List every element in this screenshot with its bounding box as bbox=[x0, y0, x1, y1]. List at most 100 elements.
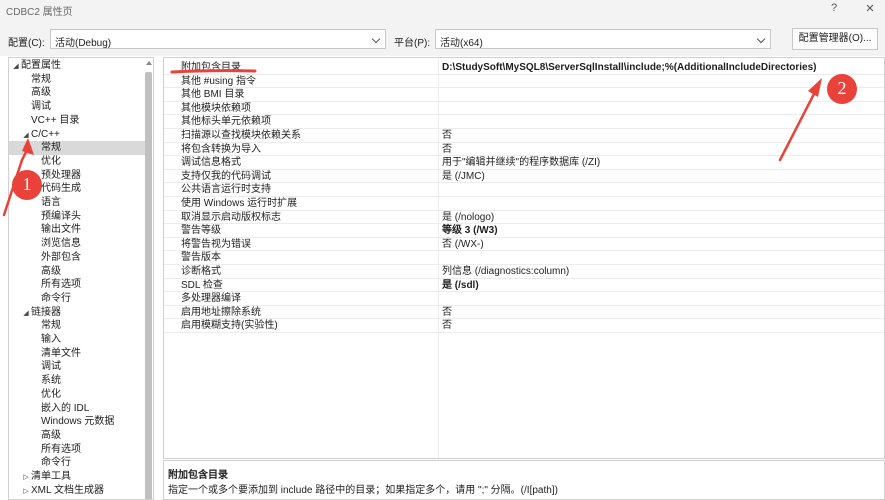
config-label: 配置(C): bbox=[8, 38, 45, 49]
property-row[interactable]: 取消显示启动版权标志 是 (/nologo) bbox=[164, 211, 884, 225]
property-value[interactable]: 列信息 (/diagnostics:column) bbox=[442, 265, 569, 278]
property-row[interactable]: 支持仅我的代码调试 是 (/JMC) bbox=[164, 170, 884, 184]
tree-item[interactable]: 命令行 bbox=[9, 292, 145, 306]
property-row[interactable]: 将包含转换为导入 否 bbox=[164, 143, 884, 157]
tree-item[interactable]: 所有选项 bbox=[9, 443, 145, 457]
property-name: 其他标头单元依赖项 bbox=[181, 116, 271, 128]
tree-item-label: 常规 bbox=[31, 73, 51, 85]
tree-item[interactable]: 预编译头 bbox=[9, 210, 145, 224]
expanded-arrow-icon[interactable]: ◢ bbox=[11, 60, 21, 74]
collapsed-arrow-icon[interactable]: ▷ bbox=[21, 471, 31, 485]
tree-item[interactable]: ◢ 配置属性 bbox=[9, 59, 145, 73]
property-value[interactable]: 是 (/JMC) bbox=[442, 170, 485, 183]
tree-item[interactable]: 调试 bbox=[9, 360, 145, 374]
close-icon[interactable]: ✕ bbox=[862, 2, 878, 15]
tree-item[interactable]: 输出文件 bbox=[9, 223, 145, 237]
platform-value: 活动(x64) bbox=[440, 38, 483, 49]
tree-item-label: 配置属性 bbox=[21, 60, 61, 71]
property-row[interactable]: 扫描源以查找模块依赖关系 否 bbox=[164, 129, 884, 143]
tree-item-label: 预编译头 bbox=[41, 210, 81, 222]
tree-item-label: VC++ 目录 bbox=[31, 114, 80, 126]
tree-item[interactable]: 常规 bbox=[9, 141, 145, 155]
tree-item-label: Windows 元数据 bbox=[41, 416, 115, 428]
property-row[interactable]: 启用地址擦除系统 否 bbox=[164, 306, 884, 320]
property-row[interactable]: 调试信息格式 用于"编辑并继续"的程序数据库 (/ZI) bbox=[164, 156, 884, 170]
help-icon[interactable]: ? bbox=[826, 2, 842, 14]
property-row[interactable]: 多处理器编译 bbox=[164, 292, 884, 306]
property-value[interactable]: 是 (/nologo) bbox=[442, 211, 494, 224]
property-value[interactable]: 否 (/WX-) bbox=[442, 238, 484, 251]
tree-item-label: 所有选项 bbox=[41, 443, 81, 455]
tree-item[interactable]: 系统 bbox=[9, 374, 145, 388]
tree-item[interactable]: ◢ 链接器 bbox=[9, 306, 145, 320]
config-manager-button[interactable]: 配置管理器(O)... bbox=[792, 28, 878, 50]
property-value[interactable]: 等级 3 (/W3) bbox=[442, 224, 498, 237]
tree-item-label: 常规 bbox=[41, 320, 61, 332]
property-row[interactable]: 将警告视为错误 否 (/WX-) bbox=[164, 238, 884, 252]
property-name: 将警告视为错误 bbox=[181, 238, 251, 250]
chevron-down-icon bbox=[754, 31, 768, 47]
property-row[interactable]: 警告版本 bbox=[164, 251, 884, 265]
collapsed-arrow-icon[interactable]: ▷ bbox=[21, 485, 31, 499]
tree-item[interactable]: VC++ 目录 bbox=[9, 114, 145, 128]
title-bar: CDBC2 属性页 ? ✕ bbox=[0, 0, 885, 20]
tree-item[interactable]: 高级 bbox=[9, 86, 145, 100]
tree-item[interactable]: Windows 元数据 bbox=[9, 415, 145, 429]
property-row[interactable]: 使用 Windows 运行时扩展 bbox=[164, 197, 884, 211]
tree-item-label: 清单工具 bbox=[31, 471, 71, 482]
tree-item[interactable]: 优化 bbox=[9, 388, 145, 402]
property-value[interactable]: 否 bbox=[442, 319, 452, 332]
property-value[interactable]: 用于"编辑并继续"的程序数据库 (/ZI) bbox=[442, 156, 600, 169]
property-name: 将包含转换为导入 bbox=[181, 143, 261, 155]
property-value[interactable]: 是 (/sdl) bbox=[442, 279, 479, 292]
property-name: 多处理器编译 bbox=[181, 293, 241, 305]
tree-item-label: XML 文档生成器 bbox=[31, 484, 104, 496]
property-row[interactable]: 诊断格式 列信息 (/diagnostics:column) bbox=[164, 265, 884, 279]
tree-item[interactable]: 嵌入的 IDL bbox=[9, 402, 145, 416]
property-value[interactable]: 否 bbox=[442, 306, 452, 319]
tree-item[interactable]: 浏览信息 bbox=[9, 237, 145, 251]
tree-item-label: 输出文件 bbox=[41, 224, 81, 236]
config-dropdown[interactable]: 活动(Debug) bbox=[50, 29, 386, 49]
property-row[interactable]: 其他 BMI 目录 bbox=[164, 88, 884, 102]
tree-item[interactable]: 调试 bbox=[9, 100, 145, 114]
property-value[interactable]: 否 bbox=[442, 143, 452, 156]
scroll-up-icon[interactable] bbox=[146, 61, 152, 65]
tree-item[interactable]: ▷ 清单工具 bbox=[9, 470, 145, 484]
tree-item[interactable]: 高级 bbox=[9, 265, 145, 279]
tree-item[interactable]: 语言 bbox=[9, 196, 145, 210]
property-row[interactable]: 公共语言运行时支持 bbox=[164, 183, 884, 197]
property-value[interactable]: 否 bbox=[442, 129, 452, 142]
property-grid: 附加包含目录 D:\StudySoft\MySQL8\ServerSqlInsta… bbox=[163, 57, 885, 459]
expanded-arrow-icon[interactable]: ◢ bbox=[21, 129, 31, 143]
tree-item[interactable]: 清单文件 bbox=[9, 347, 145, 361]
property-row[interactable]: 附加包含目录 D:\StudySoft\MySQL8\ServerSqlInsta… bbox=[164, 61, 884, 75]
property-row[interactable]: SDL 检查 是 (/sdl) bbox=[164, 279, 884, 293]
tree-scrollbar[interactable] bbox=[145, 72, 152, 499]
property-name: 警告等级 bbox=[181, 225, 221, 237]
tree-item-label: 优化 bbox=[41, 155, 61, 167]
tree-item[interactable]: 所有选项 bbox=[9, 278, 145, 292]
property-row[interactable]: 其他 #using 指令 bbox=[164, 75, 884, 89]
tree-item[interactable]: 常规 bbox=[9, 319, 145, 333]
tree-item[interactable]: 命令行 bbox=[9, 456, 145, 470]
property-row[interactable]: 其他模块依赖项 bbox=[164, 102, 884, 116]
tree-item-label: 高级 bbox=[41, 429, 61, 441]
property-value[interactable]: D:\StudySoft\MySQL8\ServerSqlInstall\inc… bbox=[442, 61, 817, 74]
platform-dropdown[interactable]: 活动(x64) bbox=[435, 29, 771, 49]
tree-item[interactable]: 常规 bbox=[9, 73, 145, 87]
tree-item[interactable]: 优化 bbox=[9, 155, 145, 169]
tree-item-label: 所有选项 bbox=[41, 279, 81, 291]
tree-item[interactable]: 外部包含 bbox=[9, 251, 145, 265]
property-name: 附加包含目录 bbox=[181, 62, 241, 73]
property-row[interactable]: 警告等级 等级 3 (/W3) bbox=[164, 224, 884, 238]
tree-item-label: 调试 bbox=[41, 361, 61, 373]
tree-item[interactable]: ▷ XML 文档生成器 bbox=[9, 484, 145, 498]
property-row[interactable]: 其他标头单元依赖项 bbox=[164, 115, 884, 129]
tree-item[interactable]: 高级 bbox=[9, 429, 145, 443]
property-row[interactable]: 启用模糊支持(实验性) 否 bbox=[164, 319, 884, 333]
property-name: 其他 BMI 目录 bbox=[181, 89, 245, 101]
tree-item[interactable]: ◢ C/C++ bbox=[9, 128, 145, 142]
expanded-arrow-icon[interactable]: ◢ bbox=[21, 307, 31, 321]
tree-item[interactable]: 输入 bbox=[9, 333, 145, 347]
